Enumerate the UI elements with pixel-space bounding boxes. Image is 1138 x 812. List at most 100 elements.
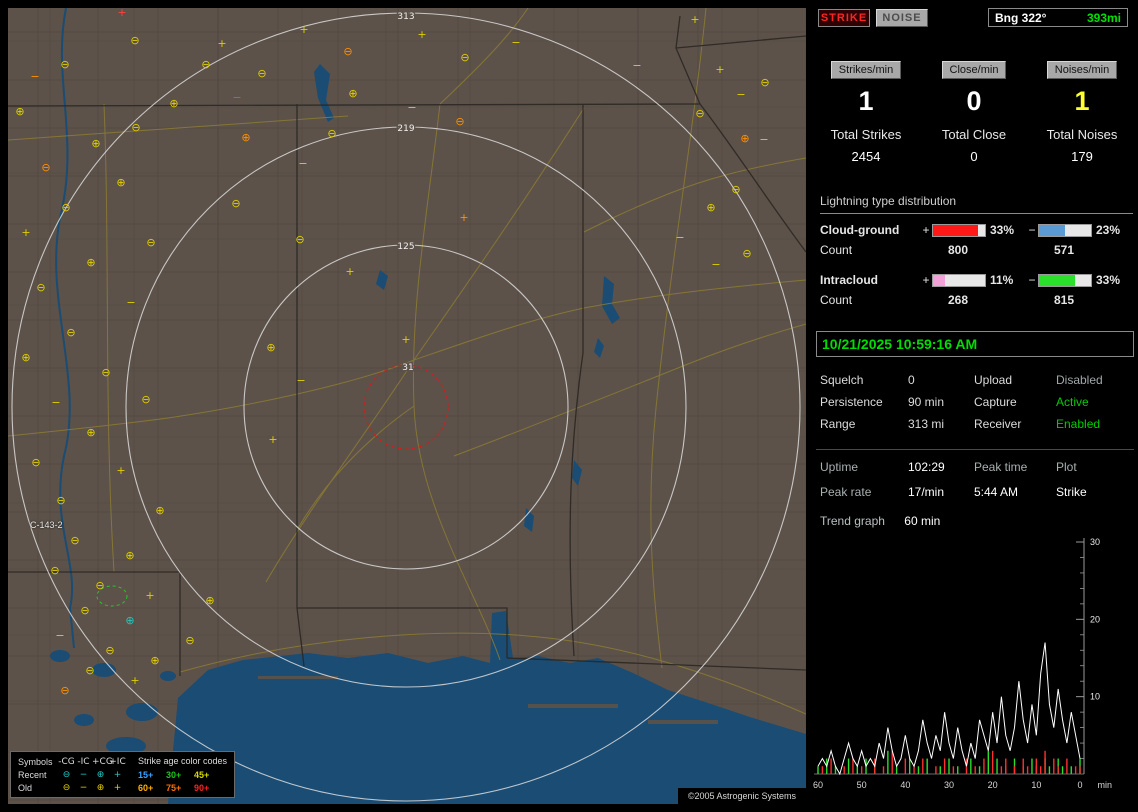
strike-symbol: ⊕: [706, 201, 715, 214]
noises-per-min-button[interactable]: Noises/min: [1047, 61, 1117, 79]
age-code-30: 30+: [166, 770, 194, 780]
strike-symbol: +: [21, 226, 30, 239]
strike-symbol: ⊕: [740, 132, 749, 145]
strike-symbol: −: [711, 258, 720, 271]
x-tick-label: 30: [944, 780, 954, 790]
cg-plus-pct: 33%: [986, 223, 1026, 237]
strike-symbol: ⊖: [327, 127, 336, 140]
strike-symbol: ⊖: [146, 236, 155, 249]
cloud-ground-row: Cloud-ground + 33% − 23%: [820, 223, 1133, 237]
total-noises-value: 179: [1028, 149, 1136, 164]
age-code-45: 45+: [194, 770, 222, 780]
strike-symbol: ⊖: [257, 67, 266, 80]
strike-mode-button[interactable]: STRIKE: [818, 9, 870, 27]
old-nic-icon: −: [75, 783, 92, 793]
cg-minus-count: 571: [1038, 243, 1074, 257]
intracloud-label: Intracloud: [820, 273, 920, 287]
ic-plus-bar-fill: [933, 275, 945, 286]
copyright-text: ©2005 Astrogenic Systems: [678, 788, 806, 804]
strike-symbol: +: [116, 464, 125, 477]
plot-label: Plot: [1056, 460, 1134, 474]
strike-symbol: ⊕: [86, 256, 95, 269]
ic-plus-pct: 11%: [986, 273, 1026, 287]
close-per-min-value: 0: [920, 86, 1028, 116]
strike-symbol: −: [30, 70, 39, 83]
strike-symbol: ⊖: [70, 534, 79, 547]
persistence-value: 90 min: [908, 395, 974, 409]
capture-status: Active: [1056, 395, 1134, 409]
strike-symbol: ⊖: [105, 644, 114, 657]
peak-time-label: Peak time: [974, 460, 1056, 474]
strike-symbol: ⊕: [241, 131, 250, 144]
upload-status: Disabled: [1056, 373, 1134, 387]
cg-plus-count: 800: [932, 243, 1038, 257]
strike-symbol: ⊕: [150, 654, 159, 667]
cg-minus-pct: 23%: [1092, 223, 1132, 237]
total-noises-label: Total Noises: [1028, 127, 1136, 142]
total-strikes-value: 2454: [812, 149, 920, 164]
total-close-value: 0: [920, 149, 1028, 164]
strike-symbol: ⊖: [231, 197, 240, 210]
strike-symbol: ⊖: [60, 58, 69, 71]
strike-symbol: ⊖: [66, 326, 75, 339]
strike-symbol: −: [407, 101, 416, 114]
x-tick-label: 20: [988, 780, 998, 790]
cloud-ground-count-row: Count 800 571: [820, 243, 1133, 257]
strike-symbol: −: [232, 91, 241, 104]
strike-symbol: ⊕: [116, 176, 125, 189]
strike-symbol: +: [117, 8, 126, 19]
strike-symbol: ⊕: [169, 97, 178, 110]
strike-symbol: ⊕: [155, 504, 164, 517]
legend-header-pic: +IC: [109, 757, 126, 767]
strike-symbol: ⊖: [85, 664, 94, 677]
strike-symbol: ⊕: [91, 137, 100, 150]
capture-label: Capture: [974, 395, 1056, 409]
strike-symbol: −: [675, 231, 684, 244]
uptime-value: 102:29: [908, 460, 974, 474]
strike-rate-trace: [818, 643, 1080, 774]
trend-graph-label: Trend graph: [820, 514, 885, 528]
y-tick-label: 10: [1090, 692, 1100, 702]
bearing-readout: Bng 322° 393mi: [988, 8, 1128, 27]
receiver-status: Enabled: [1056, 417, 1134, 431]
x-tick-label: 40: [900, 780, 910, 790]
legend-symbols: Symbols -CG -IC +CG +IC Recent ⊖ − ⊕ + O…: [18, 755, 126, 794]
strike-symbol: ⊕: [21, 351, 30, 364]
app-window: 313 219 125 31 +⊖++⊖+⊖−⊕−⊖⊖⊕−−⊖⊖⊕⊖⊖−⊕⊕+⊖…: [0, 0, 1138, 812]
strike-symbol: ⊖: [36, 281, 45, 294]
legend-header-pcg: +CG: [92, 757, 109, 767]
map-canvas: 313 219 125 31 +⊖++⊖+⊖−⊕−⊖⊖⊕−−⊖⊖⊕⊖⊖−⊕⊕+⊖…: [8, 8, 806, 804]
ic-minus-bar: [1038, 274, 1092, 287]
status-panel: STRIKE NOISE Bng 322° 393mi Strikes/min …: [812, 0, 1138, 812]
map-legend: Symbols -CG -IC +CG +IC Recent ⊖ − ⊕ + O…: [10, 751, 235, 798]
strike-symbol: ⊖: [131, 121, 140, 134]
x-tick-label: 10: [1031, 780, 1041, 790]
total-strikes-label: Total Strikes: [812, 127, 920, 142]
range-value: 313 mi: [908, 417, 974, 431]
strike-symbol: ⊖: [460, 51, 469, 64]
noise-mode-button[interactable]: NOISE: [876, 9, 928, 27]
datetime-display: 10/21/2025 10:59:16 AM: [816, 331, 1134, 357]
range-label: Range: [820, 417, 908, 431]
strike-symbol: ⊖: [60, 684, 69, 697]
strike-symbol: ⊖: [343, 45, 352, 58]
intracloud-count-row: Count 268 815: [820, 293, 1133, 307]
strikes-per-min-button[interactable]: Strikes/min: [831, 61, 901, 79]
age-code-60: 60+: [138, 783, 166, 793]
strike-symbol: ⊕: [205, 594, 214, 607]
legend-age-codes: Strike age color codes 15+ 30+ 45+ 60+ 7…: [138, 755, 227, 794]
strike-symbol: ⊕: [348, 87, 357, 100]
legend-header-nic: -IC: [75, 757, 92, 767]
legend-row-old: Old: [18, 783, 58, 793]
trend-graph-window: 60 min: [904, 514, 940, 528]
strike-symbol: ⊖: [295, 233, 304, 246]
strike-symbol: ⊖: [56, 494, 65, 507]
lightning-map[interactable]: 313 219 125 31 +⊖++⊖+⊖−⊕−⊖⊖⊕−−⊖⊖⊕⊖⊖−⊕⊕+⊖…: [8, 8, 806, 804]
strike-symbol: +: [268, 433, 277, 446]
cg-count-label: Count: [820, 243, 932, 257]
close-per-min-button[interactable]: Close/min: [942, 61, 1007, 79]
strike-symbol: ⊖: [731, 183, 740, 196]
strike-symbol: ⊕: [266, 341, 275, 354]
recent-pcg-icon: ⊕: [92, 770, 109, 780]
strike-symbol: ⊖: [760, 76, 769, 89]
